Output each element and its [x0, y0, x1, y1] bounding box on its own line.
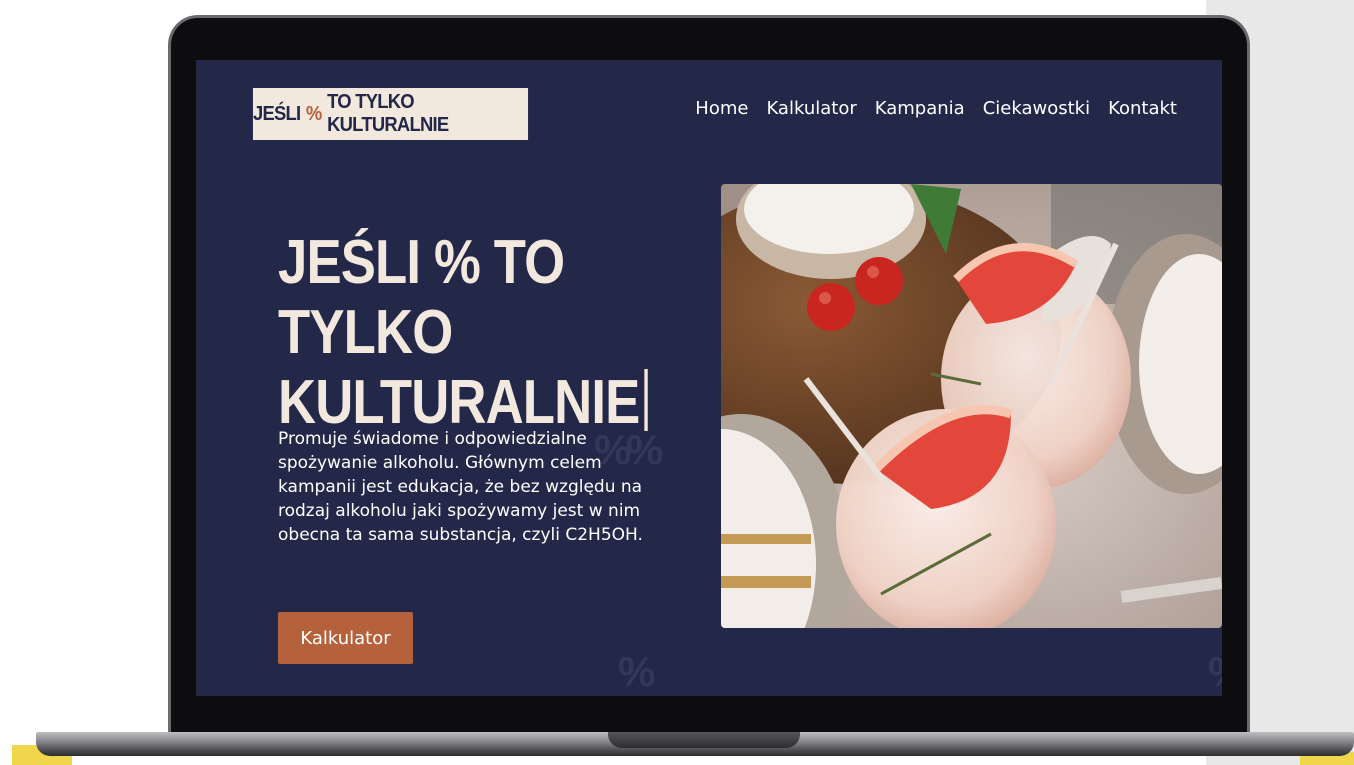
laptop-notch [608, 732, 800, 748]
laptop-bottom-bezel [172, 696, 1246, 732]
hero-photo [721, 184, 1222, 628]
nav-kalkulator[interactable]: Kalkulator [766, 98, 856, 119]
decor-percent-4: % [1208, 648, 1222, 696]
hero-title-line1: JEŚLI % TO TYLKO [278, 228, 565, 367]
hero-title: JEŚLI % TO TYLKO KULTURALNIE [278, 228, 669, 438]
nav-home[interactable]: Home [695, 98, 748, 119]
decor-percent-3: % [618, 648, 656, 695]
hero-description: Promuje świadome i odpowiedzialne spożyw… [278, 429, 643, 545]
kalkulator-button[interactable]: Kalkulator [278, 612, 413, 664]
nav-kampania[interactable]: Kampania [875, 98, 965, 119]
typing-cursor [644, 369, 648, 431]
logo-prefix: JEŚLI [252, 102, 301, 125]
logo-suffix: TO TYLKO KULTURALNIE [327, 91, 449, 136]
logo-percent-symbol: % [305, 102, 322, 125]
laptop-screen: JEŚLI % TO TYLKO KULTURALNIE Home Kalkul… [196, 60, 1222, 696]
nav-ciekawostki[interactable]: Ciekawostki [983, 98, 1090, 119]
main-nav: Home Kalkulator Kampania Ciekawostki Kon… [677, 98, 1177, 119]
site-logo[interactable]: JEŚLI % TO TYLKO KULTURALNIE [252, 88, 529, 140]
nav-kontakt[interactable]: Kontakt [1108, 98, 1177, 119]
